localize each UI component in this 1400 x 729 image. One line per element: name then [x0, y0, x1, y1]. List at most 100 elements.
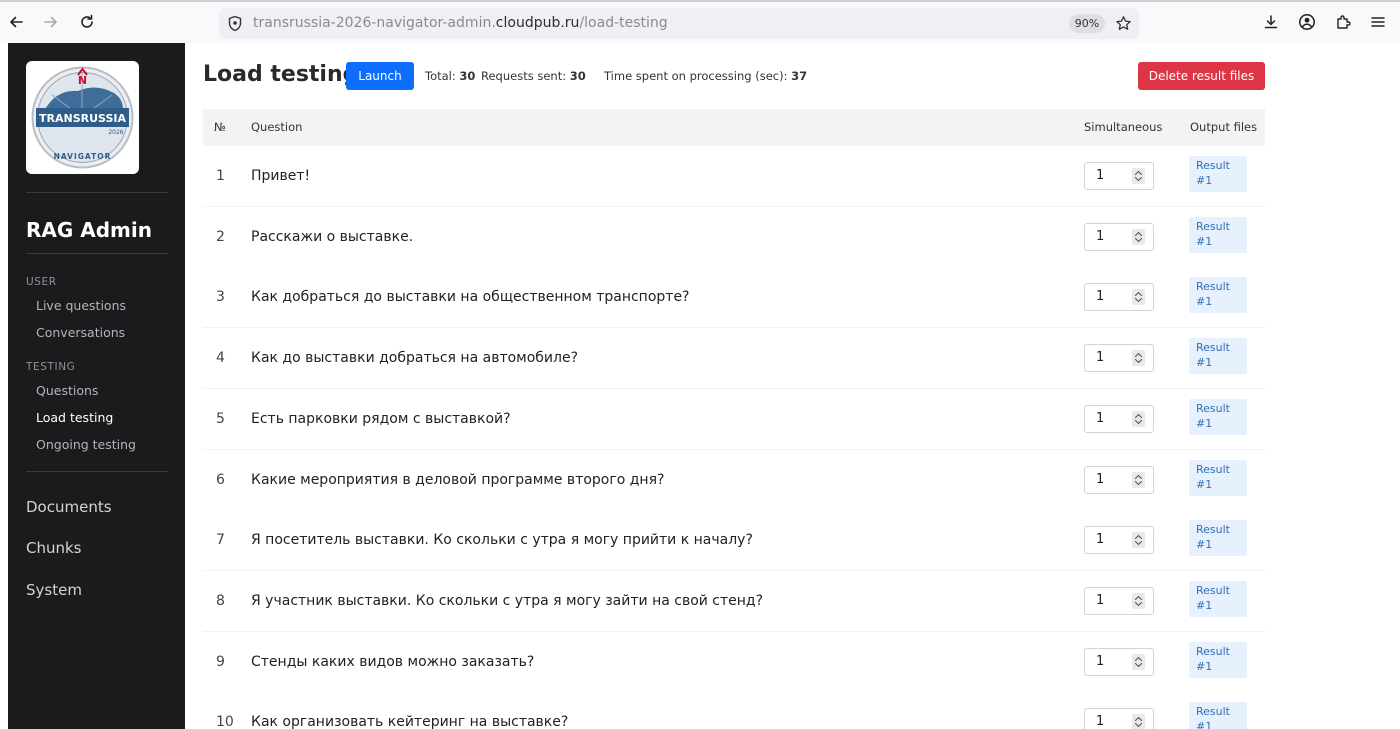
- url-prefix: transrussia-2026-navigator-admin.: [253, 15, 496, 31]
- simultaneous-stepper[interactable]: 1: [1084, 647, 1154, 676]
- result-number: #1: [1196, 356, 1213, 370]
- simultaneous-stepper[interactable]: 1: [1084, 708, 1154, 729]
- row-number: 9: [216, 653, 225, 670]
- result-label: Result: [1196, 341, 1230, 355]
- row-question: Стенды каких видов можно заказать?: [251, 653, 535, 670]
- result-number: #1: [1196, 295, 1213, 309]
- simultaneous-stepper[interactable]: 1: [1084, 162, 1154, 190]
- simultaneous-value[interactable]: 1: [1096, 289, 1104, 304]
- result-label: Result: [1196, 401, 1230, 415]
- sidebar-item-documents[interactable]: Documents: [26, 498, 112, 516]
- browser-toolbar: transrussia-2026-navigator-admin.cloudpu…: [0, 0, 1400, 43]
- row-number: 7: [216, 532, 225, 549]
- account-button[interactable]: [1297, 12, 1317, 32]
- table-row: 4 Как до выставки добраться на автомобил…: [203, 328, 1265, 389]
- result-file-link[interactable]: Result #1: [1189, 338, 1247, 375]
- stepper-arrows[interactable]: [1132, 228, 1145, 245]
- simultaneous-stepper[interactable]: 1: [1084, 283, 1154, 312]
- stepper-arrows[interactable]: [1132, 289, 1145, 306]
- result-file-link[interactable]: Result #1: [1189, 459, 1247, 496]
- back-button[interactable]: [5, 11, 27, 33]
- stepper-arrows[interactable]: [1132, 350, 1145, 367]
- launch-button[interactable]: Launch: [346, 62, 414, 90]
- result-file-link[interactable]: Result #1: [1189, 580, 1247, 617]
- result-label: Result: [1196, 159, 1230, 172]
- forward-button[interactable]: [40, 11, 62, 33]
- star-icon[interactable]: [1115, 15, 1132, 32]
- delete-result-files-button[interactable]: Delete result files: [1138, 62, 1265, 90]
- result-label: Result: [1196, 219, 1230, 233]
- simultaneous-stepper[interactable]: 1: [1084, 526, 1154, 555]
- simultaneous-value[interactable]: 1: [1096, 411, 1104, 426]
- row-number: 6: [216, 471, 225, 488]
- stepper-arrows[interactable]: [1132, 471, 1145, 488]
- stat-sent-value: 30: [569, 69, 586, 83]
- stepper-arrows[interactable]: [1132, 592, 1145, 609]
- sidebar-item-live-questions[interactable]: Live questions: [36, 298, 126, 313]
- shield-icon: [228, 15, 242, 32]
- sidebar-item-conversations[interactable]: Conversations: [36, 325, 125, 340]
- result-label: Result: [1196, 280, 1230, 294]
- logo-card[interactable]: N TRANSRUSSIA 2026 NAVIGATOR: [26, 61, 139, 174]
- menu-button[interactable]: [1368, 12, 1388, 32]
- sidebar-item-questions[interactable]: Questions: [36, 383, 98, 398]
- chevron-up-down-icon: [1134, 535, 1143, 546]
- downloads-button[interactable]: [1261, 12, 1281, 32]
- simultaneous-value[interactable]: 1: [1096, 593, 1104, 608]
- simultaneous-stepper[interactable]: 1: [1084, 465, 1154, 494]
- transrussia-logo-icon: N TRANSRUSSIA 2026 NAVIGATOR: [31, 66, 134, 169]
- stepper-arrows[interactable]: [1132, 714, 1145, 729]
- simultaneous-stepper[interactable]: 1: [1084, 404, 1154, 433]
- row-number: 8: [216, 592, 225, 609]
- simultaneous-stepper[interactable]: 1: [1084, 586, 1154, 615]
- result-label: Result: [1196, 583, 1230, 597]
- sidebar: N TRANSRUSSIA 2026 NAVIGATOR RAG Admin U…: [8, 43, 185, 729]
- simultaneous-value[interactable]: 1: [1096, 654, 1104, 669]
- sidebar-item-chunks[interactable]: Chunks: [26, 539, 82, 557]
- stepper-arrows[interactable]: [1132, 410, 1145, 427]
- extensions-button[interactable]: [1333, 12, 1353, 32]
- logo-letter: N: [78, 74, 87, 87]
- simultaneous-value[interactable]: 1: [1096, 472, 1104, 487]
- row-number: 5: [216, 410, 225, 427]
- simultaneous-stepper[interactable]: 1: [1084, 222, 1154, 251]
- result-label: Result: [1196, 705, 1230, 719]
- simultaneous-value[interactable]: 1: [1096, 229, 1104, 244]
- reload-button[interactable]: [76, 11, 98, 33]
- stepper-arrows[interactable]: [1132, 168, 1145, 184]
- stepper-arrows[interactable]: [1132, 532, 1145, 549]
- result-file-link[interactable]: Result #1: [1189, 216, 1247, 253]
- row-question: Как добраться до выставки на общественно…: [251, 289, 690, 306]
- stepper-arrows[interactable]: [1132, 653, 1145, 670]
- result-label: Result: [1196, 644, 1230, 658]
- logo-title: TRANSRUSSIA: [39, 112, 126, 125]
- result-number: #1: [1196, 234, 1213, 248]
- row-question: Я посетитель выставки. Ко скольки с утра…: [251, 532, 753, 549]
- simultaneous-value[interactable]: 1: [1096, 714, 1104, 729]
- row-question: Я участник выставки. Ко скольки с утра я…: [251, 592, 764, 609]
- simultaneous-value[interactable]: 1: [1096, 532, 1104, 547]
- column-header-number: №: [214, 120, 226, 134]
- simultaneous-value[interactable]: 1: [1096, 350, 1104, 365]
- result-file-link[interactable]: Result #1: [1189, 520, 1247, 557]
- row-question: Какие мероприятия в деловой программе вт…: [251, 471, 665, 488]
- page-title: Load testing: [203, 62, 359, 87]
- result-file-link[interactable]: Result #1: [1189, 156, 1247, 192]
- sidebar-item-load-testing[interactable]: Load testing: [36, 410, 113, 425]
- brand-title[interactable]: RAG Admin: [26, 218, 152, 242]
- result-file-link[interactable]: Result #1: [1189, 398, 1247, 435]
- address-bar[interactable]: transrussia-2026-navigator-admin.cloudpu…: [219, 8, 1139, 39]
- result-file-link[interactable]: Result #1: [1189, 641, 1247, 678]
- result-file-link[interactable]: Result #1: [1189, 702, 1247, 729]
- stat-total: Total: 30: [425, 69, 475, 83]
- simultaneous-stepper[interactable]: 1: [1084, 344, 1154, 373]
- simultaneous-value[interactable]: 1: [1096, 168, 1104, 183]
- url-host: cloudpub.ru: [495, 15, 580, 31]
- sidebar-item-system[interactable]: System: [26, 581, 82, 599]
- sidebar-item-ongoing-testing[interactable]: Ongoing testing: [36, 437, 136, 452]
- result-number: #1: [1196, 538, 1213, 552]
- result-file-link[interactable]: Result #1: [1189, 277, 1247, 314]
- table-row: 9 Стенды каких видов можно заказать? 1 R…: [203, 631, 1265, 692]
- stat-time-value: 37: [791, 69, 808, 83]
- zoom-level-badge[interactable]: 90%: [1069, 14, 1105, 33]
